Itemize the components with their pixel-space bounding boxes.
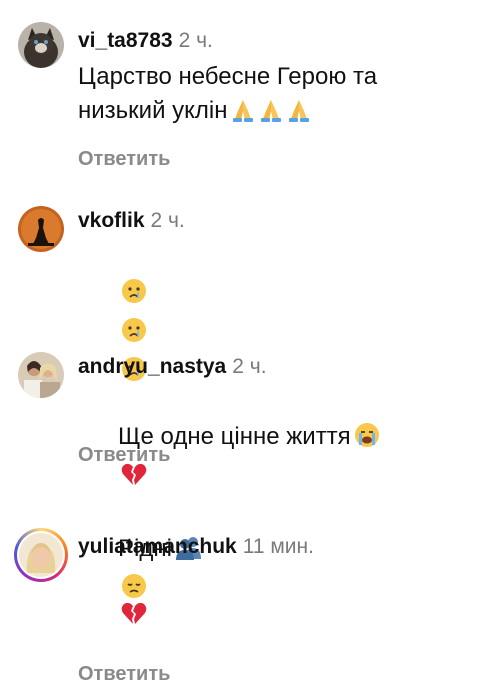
comment: andryu_nastya 2 ч. Ще одне цінне життя Рі… xyxy=(0,338,478,685)
timestamp: 2 ч. xyxy=(150,209,185,232)
timestamp: 2 ч. xyxy=(232,355,267,378)
folded-hands-icon xyxy=(230,97,256,133)
comment: vi_ta8783 2 ч. Царство небесне Герою та н… xyxy=(0,0,478,170)
broken-heart-icon xyxy=(120,460,148,498)
comment-text xyxy=(78,564,466,671)
comment-text-line: Ще одне цінне життя xyxy=(118,423,351,450)
cat-photo-avatar xyxy=(18,22,64,68)
comment: yuliatamanchuk 11 мин. xyxy=(0,518,478,624)
username[interactable]: vi_ta8783 xyxy=(78,29,173,52)
folded-hands-icon xyxy=(258,97,284,133)
comment-text-content: Царство небесне Герою та низький уклін xyxy=(78,63,378,124)
woman-photo-avatar xyxy=(19,533,63,577)
avatar[interactable] xyxy=(18,352,64,398)
loudly-crying-face-icon xyxy=(353,421,381,459)
crying-face-icon xyxy=(120,277,148,315)
folded-hands-icon xyxy=(286,97,312,133)
reply-button[interactable]: Ответить xyxy=(78,147,466,171)
timestamp: 2 ч. xyxy=(178,29,213,52)
avatar[interactable] xyxy=(18,22,64,68)
comment: vkoflik 2 ч. Ответить xyxy=(0,190,478,466)
timestamp: 11 мин. xyxy=(242,535,314,558)
comment-text: Царство небесне Герою та низький уклін xyxy=(78,60,466,133)
avatar-story-ring[interactable] xyxy=(14,528,68,582)
couple-photo-avatar xyxy=(18,352,64,398)
username[interactable]: andryu_nastya xyxy=(78,355,226,378)
avatar[interactable] xyxy=(18,206,64,252)
username[interactable]: yuliatamanchuk xyxy=(78,535,237,558)
username[interactable]: vkoflik xyxy=(78,209,145,232)
silhouette-photo-avatar xyxy=(18,206,64,252)
broken-heart-icon xyxy=(120,599,148,637)
